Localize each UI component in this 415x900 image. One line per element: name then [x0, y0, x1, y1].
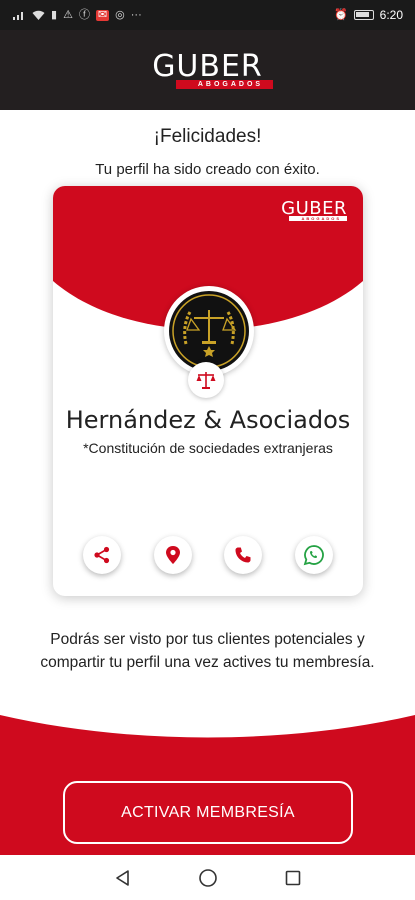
firm-specialty: *Constitución de sociedades extranjeras	[83, 440, 333, 456]
congrats-title: ¡Felicidades!	[153, 126, 262, 147]
info-text: Podrás ser visto por tus clientes potenc…	[40, 631, 375, 671]
app-header: GUBER ABOGADOS	[0, 30, 415, 110]
status-time: 6:20	[379, 8, 403, 22]
congrats-subtitle: Tu perfil ha sido creado con éxito.	[95, 161, 320, 178]
card-logo-tagline: ABOGADOS	[289, 216, 347, 221]
guber-logo: GUBER ABOGADOS	[142, 48, 274, 89]
card-logo: GUBER ABOGADOS	[281, 200, 347, 221]
battery-icon	[353, 10, 374, 20]
logo-tagline: ABOGADOS	[175, 79, 274, 89]
scales-icon	[196, 372, 216, 389]
signal-icon	[13, 11, 23, 20]
recents-icon	[285, 870, 300, 885]
phone-icon	[235, 547, 251, 563]
share-icon	[94, 546, 110, 564]
instagram-icon: ◎	[115, 8, 125, 21]
notification-icon: ▮	[51, 8, 58, 21]
logo-name: GUBER	[152, 48, 263, 84]
profile-card: GUBER ABOGADOS Hernández & Asociados *Co…	[53, 186, 363, 596]
home-icon	[198, 868, 217, 887]
wifi-icon	[32, 10, 45, 20]
share-button[interactable]	[83, 536, 122, 574]
app-icon: ⓕ	[78, 8, 90, 21]
back-button[interactable]	[108, 863, 138, 893]
phone-button[interactable]	[224, 536, 263, 574]
firm-name: Hernández & Asociados	[65, 406, 351, 434]
system-nav-bar	[0, 855, 415, 900]
lawyer-badge	[188, 362, 224, 398]
card-actions	[53, 536, 363, 574]
warning-icon: ⚠	[63, 8, 73, 21]
location-pin-icon	[165, 546, 180, 564]
more-notifications: ···	[130, 8, 142, 21]
activate-membership-button[interactable]: ACTIVAR MEMBRESÍA	[63, 781, 353, 844]
status-icons-right: ⏰ 6:20	[334, 8, 403, 22]
home-button[interactable]	[193, 863, 223, 893]
status-icons-left: ▮ ⚠ ⓕ ✉ ◎ ···	[12, 8, 142, 21]
alarm-icon: ⏰	[333, 8, 348, 21]
whatsapp-button[interactable]	[294, 536, 333, 574]
whatsapp-icon	[303, 545, 324, 566]
recents-button[interactable]	[278, 863, 308, 893]
status-bar: ▮ ⚠ ⓕ ✉ ◎ ··· ⏰ 6:20	[0, 0, 415, 30]
location-button[interactable]	[153, 536, 192, 574]
back-icon	[115, 869, 129, 886]
mail-icon: ✉	[95, 8, 110, 21]
screen: ▮ ⚠ ⓕ ✉ ◎ ··· ⏰ 6:20 GUBER ABOGADOS ¡Fel…	[0, 0, 415, 900]
